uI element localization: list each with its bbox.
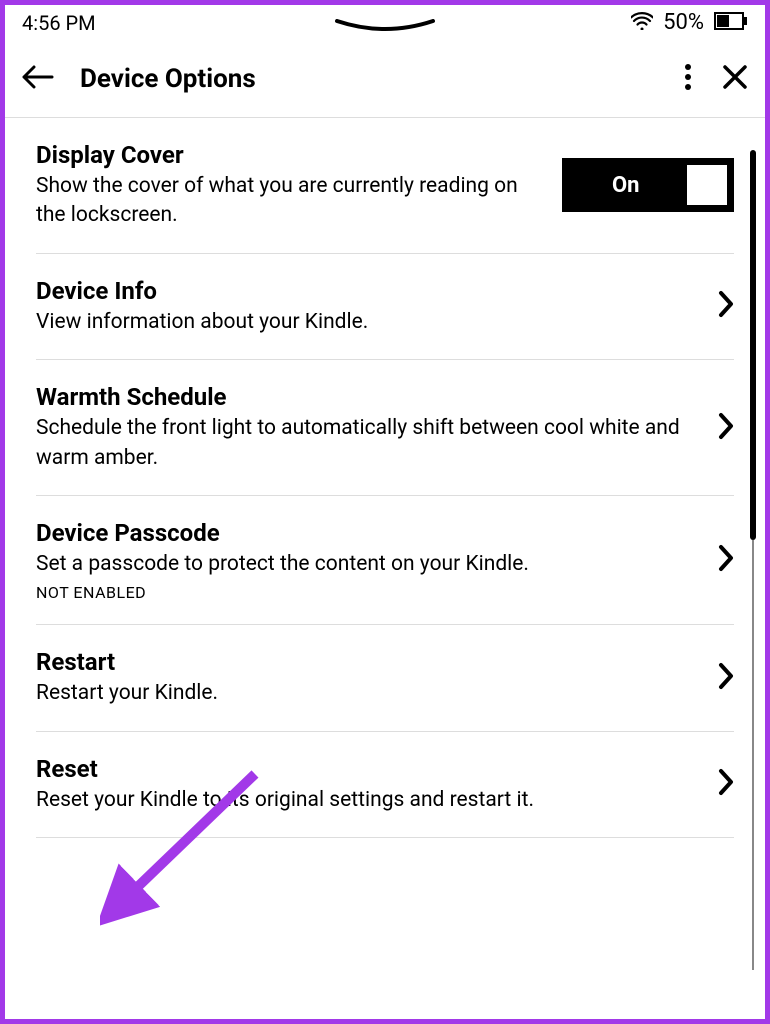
item-device-info[interactable]: Device Info View information about your …	[36, 254, 734, 360]
item-desc: View information about your Kindle.	[36, 308, 702, 337]
item-desc: Set a passcode to protect the content on…	[36, 550, 702, 579]
item-warmth-schedule[interactable]: Warmth Schedule Schedule the front light…	[36, 360, 734, 496]
display-cover-toggle[interactable]: On	[562, 158, 734, 212]
toggle-label: On	[612, 173, 640, 198]
back-icon[interactable]	[22, 65, 54, 93]
item-title: Device Passcode	[36, 518, 702, 548]
battery-percent: 50%	[663, 10, 704, 35]
item-reset[interactable]: Reset Reset your Kindle to its original …	[36, 732, 734, 838]
item-desc: Schedule the front light to automaticall…	[36, 414, 702, 473]
chevron-right-icon	[718, 290, 734, 322]
item-title: Device Info	[36, 276, 702, 306]
item-title: Display Cover	[36, 140, 546, 170]
status-bar: 4:56 PM 50%	[0, 0, 770, 41]
item-title: Reset	[36, 754, 702, 784]
item-desc: Show the cover of what you are currently…	[36, 172, 546, 231]
item-title: Warmth Schedule	[36, 382, 702, 412]
settings-list: Display Cover Show the cover of what you…	[0, 118, 770, 838]
item-title: Restart	[36, 647, 702, 677]
toggle-knob	[687, 165, 727, 205]
chevron-right-icon	[718, 544, 734, 576]
item-desc: Restart your Kindle.	[36, 679, 702, 708]
battery-icon	[714, 11, 748, 35]
item-status: NOT ENABLED	[36, 583, 702, 602]
item-restart[interactable]: Restart Restart your Kindle.	[36, 625, 734, 731]
chevron-right-icon	[718, 412, 734, 444]
pull-handle-icon[interactable]	[335, 16, 435, 40]
chevron-right-icon	[718, 768, 734, 800]
item-device-passcode[interactable]: Device Passcode Set a passcode to protec…	[36, 496, 734, 625]
scrollbar-track	[752, 540, 754, 970]
wifi-icon	[631, 11, 653, 35]
item-desc: Reset your Kindle to its original settin…	[36, 786, 702, 815]
item-display-cover[interactable]: Display Cover Show the cover of what you…	[36, 118, 734, 254]
more-icon[interactable]	[684, 63, 692, 95]
status-time: 4:56 PM	[22, 11, 96, 35]
scrollbar-thumb[interactable]	[750, 150, 756, 540]
chevron-right-icon	[718, 662, 734, 694]
page-header: Device Options	[0, 41, 770, 117]
page-title: Device Options	[80, 64, 658, 94]
close-icon[interactable]	[722, 64, 748, 94]
